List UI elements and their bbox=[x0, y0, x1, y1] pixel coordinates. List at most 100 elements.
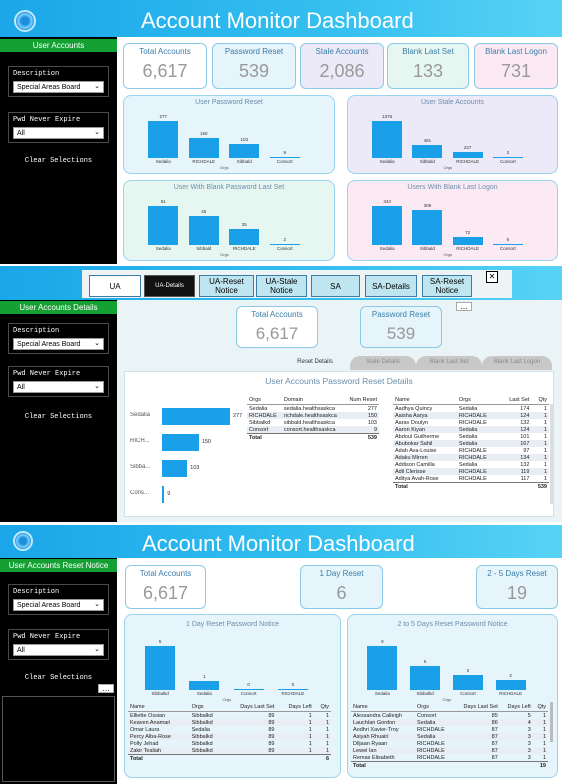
table-row[interactable]: Omar Laura Sedalia 89 1 1 bbox=[128, 726, 331, 733]
column-header[interactable]: Orgs bbox=[456, 396, 500, 405]
chart-bar[interactable] bbox=[162, 486, 165, 503]
table-row[interactable]: Aaron Kiyan Sedalia 124 1 bbox=[393, 426, 549, 433]
tab-sa-reset-notice[interactable]: SA-Reset Notice bbox=[422, 275, 472, 297]
column-header[interactable]: Qty bbox=[532, 703, 548, 712]
tab-ua-details[interactable]: UA-Details bbox=[144, 275, 195, 297]
description-dropdown[interactable]: Special Areas Board ⌄ bbox=[13, 81, 104, 93]
table-row[interactable]: Asiyah Rhuairi Sedalia 87 3 1 bbox=[351, 733, 548, 740]
column-header[interactable]: Qty bbox=[313, 703, 331, 712]
scrollbar[interactable] bbox=[550, 404, 553, 504]
table-row[interactable]: Elliette Ossian Sibbalkd 89 1 1 bbox=[128, 712, 331, 720]
column-header[interactable]: Orgs bbox=[247, 396, 282, 405]
tab-ua[interactable]: UA bbox=[89, 275, 141, 297]
table-row[interactable]: Keaven Anamari Sibbalkd 89 1 1 bbox=[128, 719, 331, 726]
table-row[interactable]: Lauchlan Gordon Sedalia 86 4 1 bbox=[351, 719, 548, 726]
more-options-button[interactable]: … bbox=[456, 302, 472, 311]
table-row[interactable]: Aditya Avah-Rose RICHDALE 117 1 bbox=[393, 475, 549, 483]
chart-bar[interactable] bbox=[148, 206, 179, 245]
card-title: Password Reset bbox=[371, 310, 431, 319]
table-row[interactable]: Adaku Mirren RICHDALE 134 1 bbox=[393, 454, 549, 461]
chart-bar[interactable] bbox=[145, 646, 176, 690]
column-header[interactable]: Last Set bbox=[499, 396, 532, 405]
chart-bar[interactable] bbox=[277, 689, 308, 690]
table-row[interactable]: Adil Clerisse RICHDALE 119 1 bbox=[393, 468, 549, 475]
tab-ua-reset-notice[interactable]: UA-Reset Notice bbox=[199, 275, 254, 297]
pwd-never-expire-dropdown[interactable]: All ⌄ bbox=[13, 644, 104, 656]
table-row[interactable]: Polly Jehad Sibbalkd 89 1 1 bbox=[128, 740, 331, 747]
table-row[interactable]: Sedalia sedalia.healthsaskca 277 bbox=[247, 405, 379, 413]
scrollbar[interactable] bbox=[550, 702, 553, 742]
chart-bar[interactable] bbox=[410, 665, 441, 690]
chart-bar[interactable] bbox=[412, 209, 443, 245]
column-header[interactable]: Name bbox=[393, 396, 457, 405]
table-row[interactable]: Aadhya Quincy Sedalia 174 1 bbox=[393, 405, 549, 413]
chart-bar[interactable] bbox=[189, 681, 220, 690]
column-header[interactable]: Days Last Set bbox=[224, 703, 277, 712]
column-header[interactable]: Orgs bbox=[189, 703, 225, 712]
chart-bar[interactable] bbox=[188, 137, 219, 158]
table-row[interactable]: Lewei Ian RICHDALE 87 3 1 bbox=[351, 747, 548, 754]
table-row[interactable]: Abubokar Sahil Sedalia 167 1 bbox=[393, 440, 549, 447]
column-header[interactable]: Orgs bbox=[415, 703, 454, 712]
chart-bar[interactable] bbox=[188, 216, 219, 245]
chart-bar[interactable] bbox=[372, 121, 403, 158]
column-header[interactable]: Name bbox=[351, 703, 416, 712]
description-dropdown[interactable]: Special Areas Board ⌄ bbox=[13, 338, 104, 350]
table-row[interactable]: Sibbalkd sibbald.healthsaskca 103 bbox=[247, 419, 379, 426]
column-header[interactable]: Name bbox=[128, 703, 190, 712]
clear-selections-button[interactable]: Clear Selections bbox=[0, 413, 117, 421]
table-cell: Lauchlan Gordon bbox=[351, 719, 416, 726]
chart-bar[interactable] bbox=[452, 675, 483, 690]
clear-selections-button[interactable]: Clear Selections bbox=[0, 674, 117, 682]
subtab-blank-last-set[interactable]: Blank Last Set bbox=[416, 356, 482, 370]
table-row[interactable]: Remas Elisabeth RICHDALE 87 3 1 bbox=[351, 754, 548, 762]
table-row[interactable]: Adah Ava-Louise RICHDALE 97 1 bbox=[393, 447, 549, 454]
chart-bar[interactable] bbox=[452, 236, 483, 245]
chart-bar[interactable] bbox=[495, 680, 526, 690]
table-row[interactable]: Zakir Tealiah Sibbalkd 89 1 1 bbox=[128, 747, 331, 755]
table-row[interactable]: Alessandra Calleigh Consort 85 5 1 bbox=[351, 712, 548, 720]
close-icon[interactable]: ✕ bbox=[486, 271, 498, 283]
table-row[interactable]: RICHDALE richdale.healthsaskca 150 bbox=[247, 412, 379, 419]
chart-bar[interactable] bbox=[162, 460, 188, 477]
pwd-never-expire-dropdown[interactable]: All ⌄ bbox=[13, 381, 104, 393]
chart-bar[interactable] bbox=[162, 408, 230, 425]
chart-bar[interactable] bbox=[492, 244, 523, 245]
table-row[interactable]: Addison Camilla Sedalia 132 1 bbox=[393, 461, 549, 468]
subtab-blank-last-logon[interactable]: Blank Last Logon bbox=[482, 356, 552, 370]
subtab-stale-details[interactable]: Stale Details bbox=[350, 356, 416, 370]
chart-bar[interactable] bbox=[233, 689, 264, 690]
chart-bar[interactable] bbox=[148, 121, 179, 158]
column-header[interactable]: Domain bbox=[281, 396, 345, 405]
table-row[interactable]: Aaisha Aarya RICHDALE 124 1 bbox=[393, 412, 549, 419]
table-row[interactable]: Consort consort.healthsaskca 9 bbox=[247, 426, 379, 434]
description-dropdown[interactable]: Special Areas Board ⌄ bbox=[13, 599, 104, 611]
table-row[interactable]: Aodhri Xavier-Troy RICHDALE 87 3 1 bbox=[351, 726, 548, 733]
table-row[interactable]: Percy Alba-Rose Sibbalkd 89 1 1 bbox=[128, 733, 331, 740]
chart-bar[interactable] bbox=[452, 151, 483, 158]
column-header[interactable]: Qty bbox=[531, 396, 549, 405]
table-row[interactable]: Abdoul Guilherme Sedalia 101 1 bbox=[393, 433, 549, 440]
table-row[interactable]: Diljaan Ryaan RICHDALE 87 3 1 bbox=[351, 740, 548, 747]
chart-bar[interactable] bbox=[412, 145, 443, 158]
column-header[interactable]: Days Left bbox=[276, 703, 314, 712]
tab-sa[interactable]: SA bbox=[311, 275, 360, 297]
chart-bar[interactable] bbox=[492, 157, 523, 158]
column-header[interactable]: Days Left bbox=[499, 703, 533, 712]
subtab-reset-details[interactable]: Reset Details bbox=[280, 356, 350, 370]
table-row[interactable]: Aarav Doulyn RICHDALE 132 1 bbox=[393, 419, 549, 426]
chart-bar[interactable] bbox=[229, 229, 260, 245]
tab-sa-details[interactable]: SA-Details bbox=[365, 275, 417, 297]
chart-bar[interactable] bbox=[367, 646, 398, 690]
column-header[interactable]: Days Last Set bbox=[453, 703, 500, 712]
chart-bar[interactable] bbox=[229, 144, 260, 158]
pwd-never-expire-dropdown[interactable]: All ⌄ bbox=[13, 127, 104, 139]
tab-ua-stale-notice[interactable]: UA-Stale Notice bbox=[256, 275, 307, 297]
chart-bar[interactable] bbox=[162, 434, 199, 451]
column-header[interactable]: Num Reset bbox=[344, 396, 379, 405]
more-options-button[interactable]: … bbox=[98, 684, 114, 693]
chart-bar[interactable] bbox=[269, 156, 300, 158]
chart-bar[interactable] bbox=[372, 206, 403, 245]
clear-selections-button[interactable]: Clear Selections bbox=[0, 157, 117, 165]
chart-bar[interactable] bbox=[269, 243, 300, 245]
